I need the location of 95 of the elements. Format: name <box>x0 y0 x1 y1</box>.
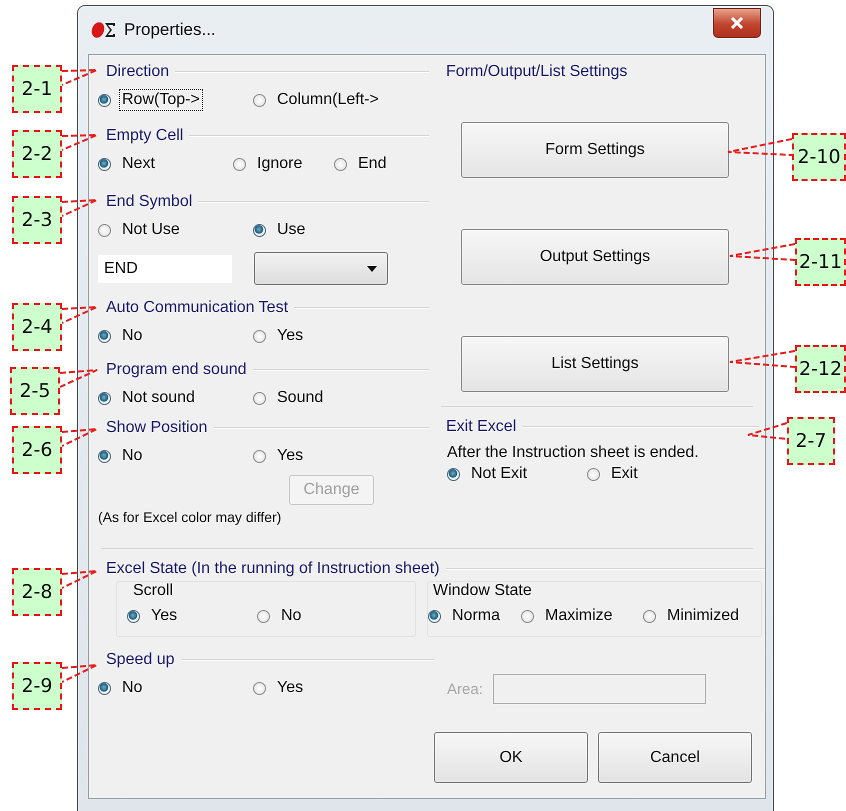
text-field[interactable]: END <box>98 254 232 282</box>
radio-button[interactable] <box>98 392 111 404</box>
leader-line <box>62 134 98 151</box>
leader-line <box>62 570 98 589</box>
close-icon <box>730 17 744 29</box>
radio-label[interactable]: No <box>119 325 146 347</box>
radio-button[interactable] <box>257 610 270 622</box>
radio-button[interactable] <box>98 682 111 694</box>
radio-button[interactable] <box>253 450 266 462</box>
group-title: Show Position <box>106 419 208 437</box>
settings-button[interactable]: List Settings <box>461 336 729 392</box>
radio-button[interactable] <box>253 224 266 236</box>
radio-button[interactable] <box>587 468 600 480</box>
callout-label: 2-9 <box>12 662 62 710</box>
radio-label[interactable]: Norma <box>449 605 504 627</box>
radio-label[interactable]: Ignore <box>254 153 306 175</box>
radio-label[interactable]: Use <box>274 219 308 241</box>
radio-label[interactable]: End <box>355 153 390 175</box>
radio-label[interactable]: Next <box>119 153 158 175</box>
settings-button[interactable]: Output Settings <box>461 229 729 285</box>
ok-button[interactable]: OK <box>434 732 588 783</box>
description-text: After the Instruction sheet is ended. <box>447 443 700 462</box>
leader-line <box>62 306 98 324</box>
group-title: Excel State (In the running of Instruction sheet) <box>106 560 440 578</box>
callout-label: 2-7 <box>787 417 835 465</box>
group-title: Empty Cell <box>106 127 184 145</box>
group-title: Scroll <box>132 582 174 601</box>
radio-label[interactable]: Yes <box>274 677 306 699</box>
radio-button[interactable] <box>98 224 111 236</box>
radio-label[interactable]: No <box>278 605 304 627</box>
radio-button[interactable] <box>253 392 266 404</box>
dropdown[interactable] <box>254 252 388 285</box>
radio-label[interactable]: Yes <box>274 325 306 347</box>
app-logo-icon <box>90 20 118 40</box>
radio-button[interactable] <box>447 468 460 480</box>
callout-label: 2-3 <box>12 196 62 244</box>
radio-label[interactable]: Row(Top-> <box>119 89 203 111</box>
radio-label[interactable]: Not Use <box>119 219 183 241</box>
radio-label[interactable]: Exit <box>608 463 641 485</box>
leader-line <box>729 243 796 261</box>
radio-button[interactable] <box>98 330 111 342</box>
radio-button[interactable] <box>253 682 266 694</box>
group-title: Program end sound <box>106 361 247 379</box>
callout-label: 2-12 <box>795 345 846 393</box>
leader-line <box>727 138 792 156</box>
callout-label: 2-11 <box>795 238 846 286</box>
radio-button[interactable] <box>98 450 111 462</box>
group-title: Window State <box>432 582 533 601</box>
radio-button[interactable] <box>127 610 140 622</box>
settings-button[interactable]: Form Settings <box>461 122 729 178</box>
leader-line <box>729 350 796 368</box>
radio-button[interactable] <box>233 158 246 170</box>
leader-line <box>62 428 98 447</box>
radio-label[interactable]: No <box>119 445 146 467</box>
radio-label[interactable]: Yes <box>148 605 180 627</box>
radio-button[interactable] <box>253 94 266 106</box>
caret-icon <box>367 266 377 272</box>
callout-label: 2-4 <box>12 303 62 351</box>
radio-button[interactable] <box>253 330 266 342</box>
callout-label: 2-6 <box>12 426 62 474</box>
callout-label: 2-2 <box>12 130 62 178</box>
leader-line <box>747 422 788 440</box>
leader-line <box>62 199 98 217</box>
group-title: Form/Output/List Settings <box>446 63 628 81</box>
leader-line <box>62 69 98 86</box>
note-text: (As for Excel color may differ) <box>98 509 282 525</box>
radio-label[interactable]: Minimized <box>664 605 742 627</box>
area-label: Area: <box>447 680 483 698</box>
window-title: Properties... <box>124 20 216 40</box>
radio-button[interactable] <box>428 610 441 622</box>
group-title: Auto Communication Test <box>106 299 288 317</box>
group-title: Exit Excel <box>446 418 516 436</box>
radio-button[interactable] <box>98 94 111 106</box>
radio-button[interactable] <box>521 610 534 622</box>
callout-label: 2-8 <box>12 568 62 616</box>
callout-label: 2-5 <box>10 367 60 415</box>
radio-label[interactable]: No <box>119 677 146 699</box>
radio-button[interactable] <box>334 158 347 170</box>
leader-line <box>60 369 98 388</box>
group-title: Speed up <box>106 651 175 669</box>
group-title: End Symbol <box>106 193 192 211</box>
radio-label[interactable]: Yes <box>274 445 306 467</box>
radio-label[interactable]: Not sound <box>119 387 198 409</box>
radio-button[interactable] <box>643 610 656 622</box>
radio-button[interactable] <box>98 158 111 170</box>
callout-label: 2-10 <box>792 133 846 181</box>
radio-label[interactable]: Not Exit <box>468 463 530 485</box>
group-title: Direction <box>106 63 170 81</box>
radio-label[interactable]: Column(Left-> <box>274 89 382 111</box>
leader-line <box>62 664 98 683</box>
radio-label[interactable]: Sound <box>274 387 326 409</box>
cancel-button[interactable]: Cancel <box>598 732 752 783</box>
callout-label: 2-1 <box>12 65 62 113</box>
close-button[interactable] <box>713 8 761 38</box>
radio-label[interactable]: Maximize <box>542 605 616 627</box>
